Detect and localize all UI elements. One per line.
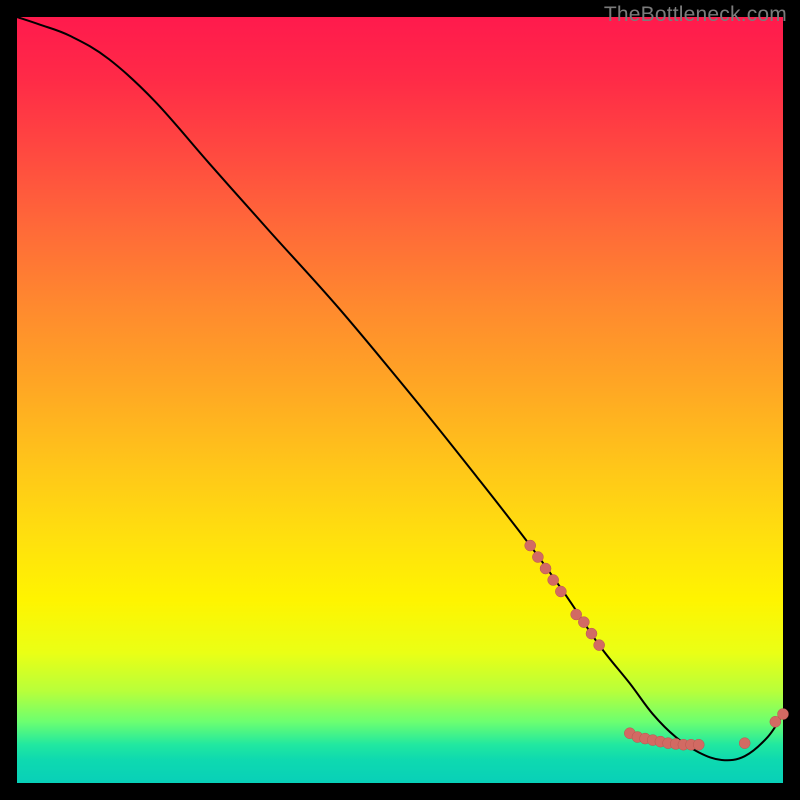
chart-plot-area: [17, 17, 783, 783]
watermark-text: TheBottleneck.com: [604, 3, 787, 27]
data-marker: [778, 709, 789, 720]
chart-frame: TheBottleneck.com: [0, 0, 800, 800]
data-marker: [532, 552, 543, 563]
data-marker: [693, 739, 704, 750]
data-marker: [525, 540, 536, 551]
data-marker: [548, 575, 559, 586]
chart-svg: [17, 17, 783, 783]
data-marker: [586, 628, 597, 639]
data-marker: [594, 640, 605, 651]
data-marker: [540, 563, 551, 574]
data-marker: [739, 738, 750, 749]
data-marker: [578, 617, 589, 628]
data-marker: [555, 586, 566, 597]
bottleneck-curve: [17, 17, 783, 760]
